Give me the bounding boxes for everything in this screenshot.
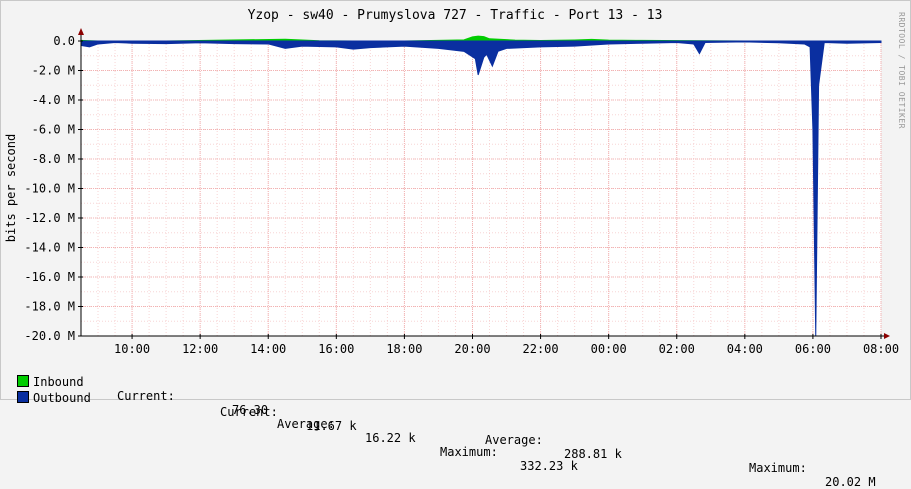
traffic-chart: Yzop - sw40 - Prumyslova 727 - Traffic -… [4, 8, 906, 356]
y-tick-label: -18.0 M [24, 300, 75, 314]
y-tick-label: -8.0 M [32, 152, 75, 166]
x-tick-label: 10:00 [114, 342, 150, 356]
outbound-current-label: Current: [220, 405, 278, 419]
y-tick-label: -20.0 M [24, 329, 75, 343]
outbound-maximum-label: Maximum: [749, 461, 807, 475]
outbound-maximum-value: 20.02 M [825, 475, 876, 489]
x-tick-label: 12:00 [182, 342, 218, 356]
x-tick-labels: 10:00 12:00 14:00 16:00 18:00 20:00 22:00 00:00… [114, 342, 899, 356]
x-tick-label: 02:00 [659, 342, 695, 356]
legend-outbound: Outbound Current: 11.67 k Average: 288.8… [0, 377, 911, 489]
y-tick-label: -4.0 M [32, 93, 75, 107]
series-area-inbound [80, 35, 881, 42]
outbound-legend-name: Outbound [33, 391, 91, 405]
outbound-swatch [17, 391, 29, 403]
outbound-average-value: 288.81 k [564, 447, 622, 461]
y-tick-labels: 0.0 -2.0 M -4.0 M -6.0 M -8.0 M -10.0 M -12.0 … [24, 34, 75, 343]
outbound-average-label: Average: [485, 433, 543, 447]
x-tick-label: 00:00 [591, 342, 627, 356]
x-tick-label: 16:00 [318, 342, 354, 356]
x-tick-label: 08:00 [863, 342, 899, 356]
x-tick-label: 04:00 [727, 342, 763, 356]
y-tick-label: -12.0 M [24, 211, 75, 225]
y-tick-label: 0.0 [53, 34, 75, 48]
y-tick-label: -2.0 M [32, 64, 75, 78]
x-axis-arrow [884, 333, 890, 339]
x-tick-label: 22:00 [523, 342, 559, 356]
chart-title: Yzop - sw40 - Prumyslova 727 - Traffic -… [248, 8, 663, 23]
y-tick-label: -14.0 M [24, 241, 75, 255]
y-axis-label: bits per second [4, 134, 18, 242]
x-tick-label: 14:00 [250, 342, 286, 356]
y-tick-label: -16.0 M [24, 270, 75, 284]
y-tick-label: -6.0 M [32, 123, 75, 137]
x-tick-label: 06:00 [795, 342, 831, 356]
y-axis-arrow [78, 28, 84, 35]
x-tick-label: 18:00 [386, 342, 422, 356]
y-tick-label: -10.0 M [24, 182, 75, 196]
outbound-current-value: 11.67 k [306, 419, 357, 433]
rrdtool-credit: RRDTOOL / TOBI OETIKER [897, 12, 906, 129]
x-tick-label: 20:00 [454, 342, 490, 356]
